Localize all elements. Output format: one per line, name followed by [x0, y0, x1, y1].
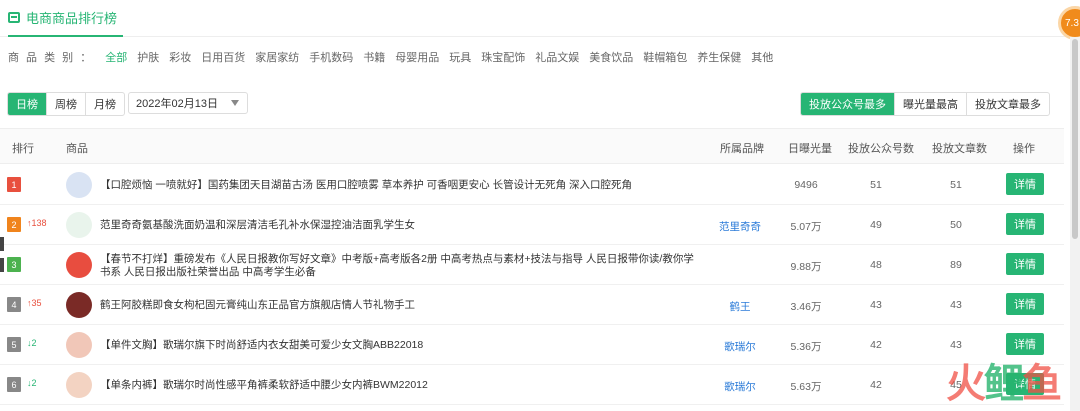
details-button[interactable]: 详情	[1006, 173, 1044, 195]
category-item[interactable]: 护肤	[137, 49, 159, 65]
accounts-value: 49	[870, 219, 882, 231]
category-item[interactable]: 书籍	[363, 49, 385, 65]
top-bar: 电商商品排行榜	[0, 0, 1080, 37]
category-filter: 商 品 类 别 ： 全部 护肤 彩妆 日用百货 家居家纺 手机数码 书籍 母婴用品 玩具 珠宝配饰…	[8, 49, 773, 65]
page-title: 电商商品排行榜	[26, 11, 118, 26]
rank-badge: 6	[7, 377, 21, 392]
table-row: 1 【口腔烦恼 一喷就好】国药集团天目湖苗古汤 医用口腔喷雾 草本养护 可香咽更安…	[0, 165, 1064, 205]
table-row: 2 ↑138 范里奇奇氨基酸洗面奶温和深层清洁毛孔补水保湿控油洁面乳学生女 范里奇奇 5…	[0, 205, 1064, 245]
col-accounts: 投放公众号数	[848, 143, 914, 155]
sort-tab[interactable]: 投放文章最多	[967, 93, 1049, 115]
category-item[interactable]: 鞋帽箱包	[643, 49, 687, 65]
brand-link[interactable]: 范里奇奇	[700, 219, 780, 234]
exposure-value: 9496	[794, 179, 818, 191]
category-item[interactable]: 彩妆	[169, 49, 191, 65]
col-product: 商品	[66, 143, 88, 155]
accounts-value: 51	[870, 179, 882, 191]
category-item[interactable]: 礼品文娱	[535, 49, 579, 65]
product-name[interactable]: 【口腔烦恼 一喷就好】国药集团天目湖苗古汤 医用口腔喷雾 草本养护 可香咽更安心…	[100, 179, 702, 192]
brand-link[interactable]: 歌瑞尔	[700, 379, 780, 394]
details-button[interactable]: 详情	[1006, 213, 1044, 235]
rank-change: ↑35	[27, 298, 42, 308]
side-tab[interactable]	[0, 237, 4, 251]
chevron-down-icon	[231, 100, 239, 106]
sort-tabs: 投放公众号最多 曝光量最高 投放文章最多	[800, 92, 1050, 116]
brand-link[interactable]: 鹤王	[700, 299, 780, 314]
category-item[interactable]: 珠宝配饰	[481, 49, 525, 65]
date-value: 2022年02月13日	[136, 98, 218, 110]
product-thumbnail[interactable]	[66, 212, 92, 238]
exposure-value: 5.63万	[790, 381, 822, 393]
category-item[interactable]: 美食饮品	[589, 49, 633, 65]
tab-ecommerce-ranking[interactable]: 电商商品排行榜	[8, 0, 124, 37]
rank-change: ↓2	[27, 338, 37, 348]
accounts-value: 42	[870, 379, 882, 391]
product-name[interactable]: 范里奇奇氨基酸洗面奶温和深层清洁毛孔补水保湿控油洁面乳学生女	[100, 219, 702, 232]
articles-value: 51	[950, 179, 962, 191]
col-rank: 排行	[12, 143, 34, 155]
rank-badge: 2	[7, 217, 21, 232]
details-button[interactable]: 详情	[1006, 253, 1044, 275]
rank-badge: 3	[7, 257, 21, 272]
category-item[interactable]: 日用百货	[201, 49, 245, 65]
rank-change: ↓2	[27, 378, 37, 388]
accounts-value: 43	[870, 299, 882, 311]
watermark-logo: 火鲤鱼	[946, 362, 1062, 406]
articles-value: 50	[950, 219, 962, 231]
product-thumbnail[interactable]	[66, 292, 92, 318]
period-tabs: 日榜 周榜 月榜	[7, 92, 125, 116]
product-thumbnail[interactable]	[66, 172, 92, 198]
scrollbar-thumb[interactable]	[1072, 39, 1078, 239]
table-header: 排行 商品 所属品牌 日曝光量 投放公众号数 投放文章数 操作	[0, 128, 1064, 164]
brand-link[interactable]: 歌瑞尔	[700, 339, 780, 354]
articles-value: 89	[950, 259, 962, 271]
articles-value: 43	[950, 299, 962, 311]
category-item[interactable]: 家居家纺	[255, 49, 299, 65]
rank-badge: 5	[7, 337, 21, 352]
sort-tab[interactable]: 投放公众号最多	[801, 93, 895, 115]
articles-value: 43	[950, 339, 962, 351]
product-name[interactable]: 【春节不打烊】重磅发布《人民日报教你写好文章》中考版+高考版各2册 中高考热点与…	[100, 253, 702, 279]
category-item[interactable]: 养生保健	[697, 49, 741, 65]
period-tab[interactable]: 日榜	[8, 93, 47, 115]
date-picker[interactable]: 2022年02月13日	[128, 92, 248, 114]
scrollbar[interactable]	[1070, 37, 1080, 411]
col-exposure: 日曝光量	[788, 143, 832, 155]
side-tab[interactable]	[0, 258, 4, 272]
category-item[interactable]: 母婴用品	[395, 49, 439, 65]
rank-change: ↑138	[27, 218, 47, 228]
product-thumbnail[interactable]	[66, 332, 92, 358]
list-icon	[8, 12, 20, 23]
table-row: 3 【春节不打烊】重磅发布《人民日报教你写好文章》中考版+高考版各2册 中高考热点…	[0, 245, 1064, 285]
table-row: 4 ↑35 鹤王阿胶糕即食女枸杞固元膏纯山东正品官方旗舰店情人节礼物手工 鹤王 3.46…	[0, 285, 1064, 325]
table-row: 5 ↓2 【单件文胸】歌瑞尔旗下时尚舒适内衣女甜美可爱少女文胸ABB22018 歌瑞尔…	[0, 325, 1064, 365]
exposure-value: 3.46万	[790, 301, 822, 313]
product-name[interactable]: 鹤王阿胶糕即食女枸杞固元膏纯山东正品官方旗舰店情人节礼物手工	[100, 299, 702, 312]
col-brand: 所属品牌	[720, 143, 764, 155]
rank-badge: 4	[7, 297, 21, 312]
category-item[interactable]: 玩具	[449, 49, 471, 65]
details-button[interactable]: 详情	[1006, 293, 1044, 315]
accounts-value: 48	[870, 259, 882, 271]
period-tab[interactable]: 周榜	[47, 93, 86, 115]
col-articles: 投放文章数	[932, 143, 987, 155]
product-name[interactable]: 【单条内裤】歌瑞尔时尚性感平角裤柔软舒适中腰少女内裤BWM22012	[100, 379, 702, 392]
sort-tab[interactable]: 曝光量最高	[895, 93, 967, 115]
product-thumbnail[interactable]	[66, 372, 92, 398]
col-action: 操作	[1013, 143, 1035, 155]
period-tab[interactable]: 月榜	[86, 93, 124, 115]
category-item[interactable]: 其他	[751, 49, 773, 65]
category-item[interactable]: 手机数码	[309, 49, 353, 65]
rank-badge: 1	[7, 177, 21, 192]
accounts-value: 42	[870, 339, 882, 351]
exposure-value: 5.07万	[790, 221, 822, 233]
exposure-value: 9.88万	[790, 261, 822, 273]
product-thumbnail[interactable]	[66, 252, 92, 278]
table-row: 6 ↓2 【单条内裤】歌瑞尔时尚性感平角裤柔软舒适中腰少女内裤BWM22012 歌瑞尔…	[0, 365, 1064, 405]
category-label: 商 品 类 别 ：	[8, 52, 94, 64]
category-item[interactable]: 全部	[105, 49, 127, 65]
exposure-value: 5.36万	[790, 341, 822, 353]
product-name[interactable]: 【单件文胸】歌瑞尔旗下时尚舒适内衣女甜美可爱少女文胸ABB22018	[100, 339, 702, 352]
